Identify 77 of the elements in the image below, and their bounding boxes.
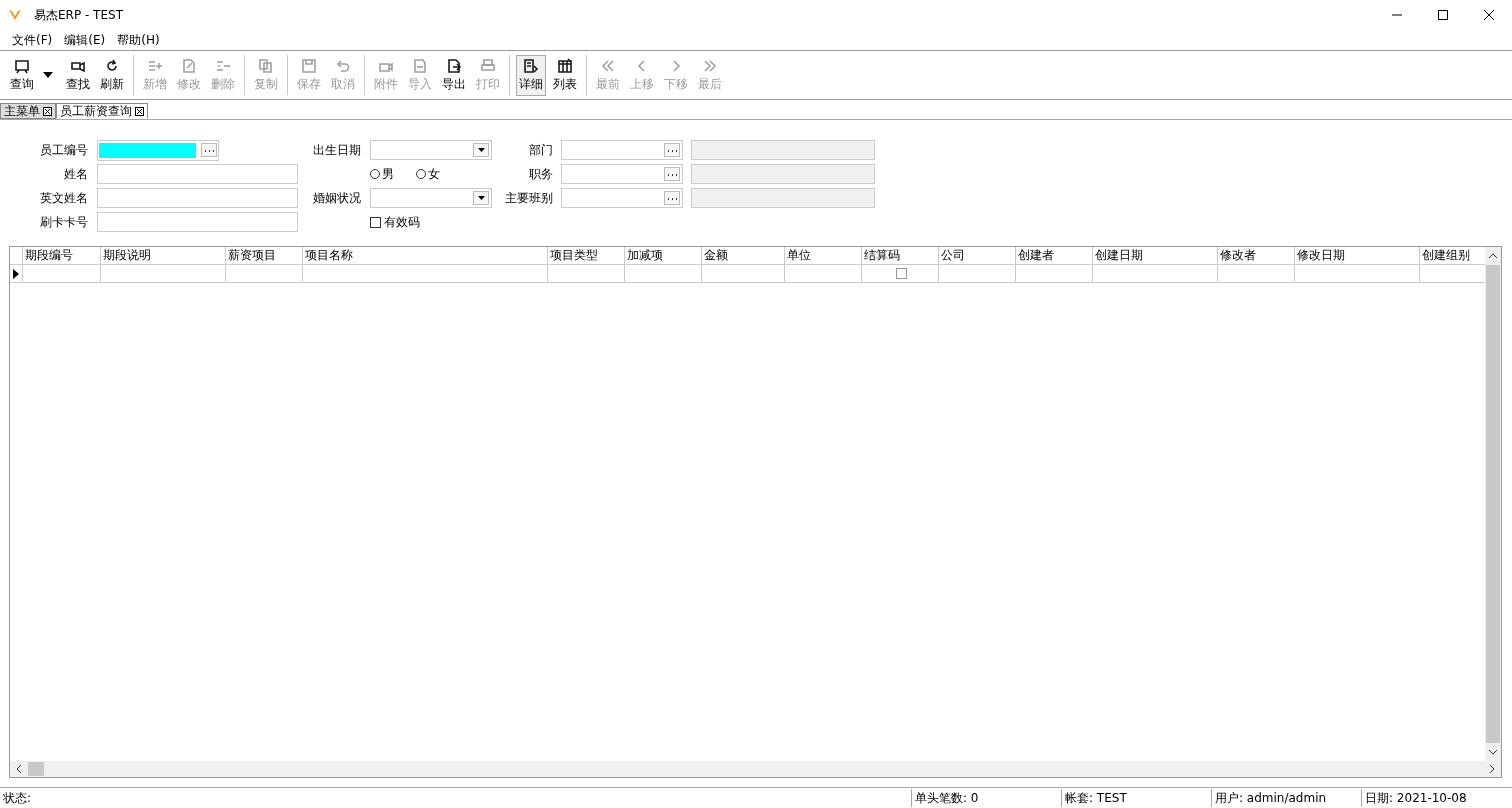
column-header[interactable]: 创建者 — [1016, 247, 1093, 264]
column-header[interactable]: 单位 — [785, 247, 862, 264]
text-field[interactable] — [97, 188, 298, 208]
close-icon[interactable] — [43, 106, 52, 116]
printer-icon — [480, 57, 496, 74]
column-header[interactable]: 创建日期 — [1093, 247, 1218, 264]
status-text: 日期: 2021-10-08 — [1364, 790, 1468, 807]
copy-icon — [258, 57, 274, 74]
export-icon — [446, 57, 462, 74]
field-label: 员工编号 — [39, 141, 88, 159]
text-field[interactable] — [97, 164, 298, 184]
status-text: 帐套: TEST — [1062, 789, 1212, 807]
checkbox[interactable] — [895, 268, 907, 279]
ellipsis-icon[interactable] — [664, 143, 680, 157]
table-icon — [557, 57, 573, 74]
pencil-page-icon — [181, 57, 197, 74]
ellipsis-icon[interactable] — [664, 167, 680, 181]
radio-option[interactable]: 女 — [416, 165, 440, 183]
toolbar-button[interactable]: 刷新 — [97, 54, 127, 96]
column-header[interactable]: 项目名称 — [303, 247, 548, 264]
menu-item[interactable]: 帮助(H) — [111, 31, 166, 49]
ellipsis-icon[interactable] — [201, 143, 217, 157]
status-text: 用户: admin/admin — [1212, 789, 1362, 807]
double-left-arrow-icon — [600, 57, 616, 74]
status-text: 状态: — [0, 789, 912, 807]
checkbox[interactable]: 有效码 — [313, 213, 420, 231]
column-header[interactable]: 项目类型 — [548, 247, 625, 264]
column-header[interactable]: 金额 — [702, 247, 785, 264]
page-icon — [412, 57, 428, 74]
window-title: 易杰ERP - TEST — [34, 6, 123, 24]
toolbar-button[interactable]: 查询 — [7, 54, 37, 96]
app-logo-icon — [8, 8, 22, 22]
toolbar-button[interactable]: 导出 — [439, 54, 469, 96]
toolbar-button[interactable]: 查找 — [63, 54, 93, 96]
toolbar-button[interactable]: 详细 — [516, 54, 546, 96]
column-header[interactable]: 修改者 — [1218, 247, 1295, 264]
caret-icon[interactable] — [473, 143, 489, 157]
column-header[interactable]: 公司 — [939, 247, 1016, 264]
lookup-field[interactable] — [97, 139, 219, 161]
text-field[interactable] — [97, 212, 298, 232]
floppy-icon — [301, 57, 317, 74]
close-icon[interactable] — [135, 106, 144, 116]
caret-icon[interactable] — [43, 72, 53, 78]
column-header[interactable]: 结算码 — [862, 247, 939, 264]
column-header[interactable]: 期段说明 — [101, 247, 226, 264]
column-header[interactable]: 加减项 — [625, 247, 702, 264]
field-label: 主要班别 — [505, 189, 553, 207]
field-label: 出生日期 — [313, 141, 362, 159]
ellipsis-icon[interactable] — [664, 191, 680, 205]
screen-icon — [14, 57, 30, 74]
horizontal-scrollbar[interactable] — [10, 761, 1501, 777]
lookup-field[interactable] — [561, 140, 683, 160]
lookup-field[interactable] — [561, 188, 683, 208]
scrollbar-thumb[interactable] — [28, 762, 44, 776]
caret-icon[interactable] — [473, 191, 489, 205]
column-header[interactable]: 修改日期 — [1295, 247, 1420, 264]
field-label: 婚姻状况 — [313, 189, 362, 207]
column-header[interactable]: 薪资项目 — [226, 247, 303, 264]
tab[interactable]: 主菜单 — [0, 103, 56, 119]
tab[interactable]: 员工薪资查询 — [56, 103, 148, 119]
radio-option[interactable]: 男 — [370, 165, 394, 183]
undo-icon — [335, 57, 351, 74]
field-label: 部门 — [528, 141, 553, 159]
field-label: 英文姓名 — [39, 189, 88, 207]
field-label: 刷卡卡号 — [39, 213, 88, 231]
page-arrow-icon — [523, 57, 539, 74]
menu-item[interactable]: 文件(F) — [6, 31, 59, 49]
lookup-field[interactable] — [561, 164, 683, 184]
toolbar-button[interactable]: 列表 — [550, 54, 580, 96]
vertical-scrollbar[interactable] — [1485, 247, 1501, 761]
field-label: 职务 — [528, 165, 553, 183]
scrollbar-thumb[interactable] — [1486, 265, 1500, 743]
refresh-icon — [104, 57, 120, 74]
status-text: 单头笔数: 0 — [912, 789, 1062, 807]
column-header[interactable]: 期段编号 — [23, 247, 101, 264]
menu-item[interactable]: 编辑(E) — [58, 31, 112, 49]
field-label: 姓名 — [63, 165, 88, 183]
